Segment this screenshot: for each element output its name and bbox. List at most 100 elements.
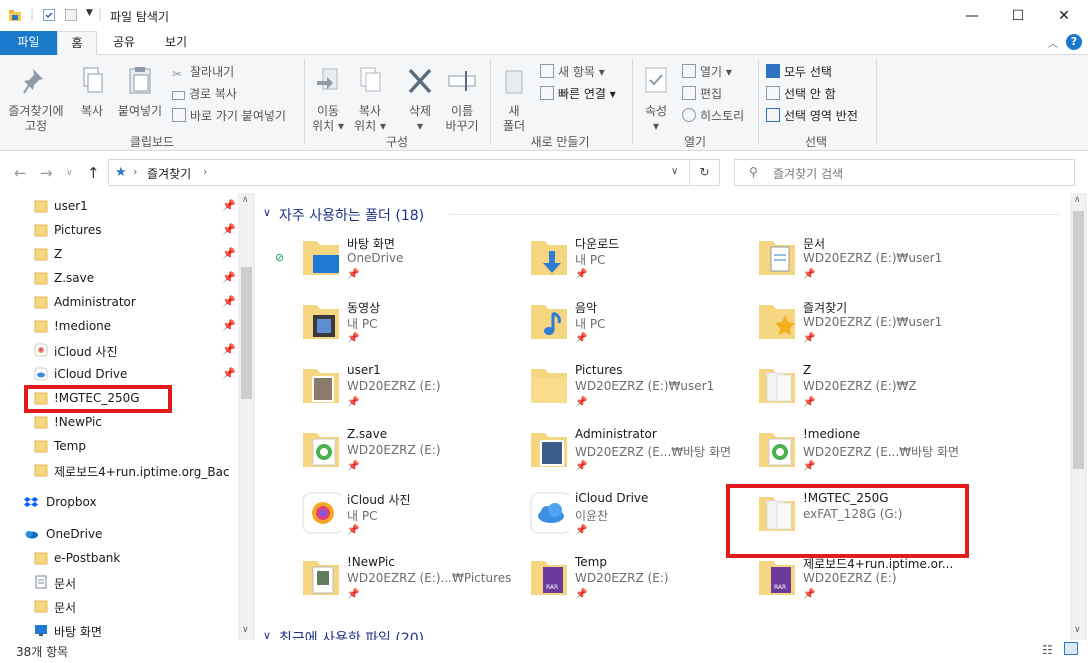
pin-icon[interactable]: 📌: [222, 367, 236, 380]
nav-scrollbar[interactable]: ∧ ∨: [238, 193, 255, 640]
nav-item-z-save[interactable]: Z.save 📌: [0, 266, 238, 290]
scroll-down-icon[interactable]: ∨: [1074, 625, 1081, 635]
scroll-up-icon[interactable]: ∧: [242, 195, 249, 205]
scroll-up-icon[interactable]: ∧: [1074, 195, 1081, 205]
breadcrumb-favorites[interactable]: 즐겨찾기: [147, 165, 191, 182]
new-folder-button[interactable]: 새 폴더: [496, 65, 532, 134]
tab-home[interactable]: 홈: [57, 31, 97, 56]
nav-item-desktop[interactable]: 바탕 화면: [0, 618, 238, 640]
properties-button[interactable]: 속성 ▾: [636, 65, 676, 134]
customize-toolbar-icon[interactable]: ▼: [86, 8, 93, 18]
select-none-button[interactable]: 선택 안 함: [766, 85, 836, 102]
rename-button[interactable]: 이름 바꾸기: [440, 65, 484, 134]
delete-button[interactable]: 삭제 ▾: [400, 65, 440, 134]
nav-item-icloud-photos[interactable]: iCloud 사진 📌: [0, 338, 238, 362]
collapse-ribbon-icon[interactable]: ︿: [1048, 35, 1058, 50]
address-history-icon[interactable]: ∨: [671, 166, 678, 177]
nav-item-e-postbank[interactable]: e-Postbank: [0, 546, 238, 570]
delete-dropdown-icon[interactable]: ▾: [400, 119, 440, 134]
nav-item-temp[interactable]: Temp: [0, 434, 238, 458]
move-to-button[interactable]: 이동 위치 ▾: [308, 65, 348, 134]
folder-tile-downloads[interactable]: 다운로드 내 PC 📌: [485, 235, 713, 299]
nav-scroll-thumb[interactable]: [241, 267, 252, 399]
close-button[interactable]: ✕: [1041, 0, 1087, 31]
scroll-down-icon[interactable]: ∨: [242, 625, 249, 635]
recent-locations-icon[interactable]: ∨: [66, 168, 73, 178]
tiles-view-icon[interactable]: [1064, 642, 1078, 655]
nav-item-pictures[interactable]: Pictures 📌: [0, 218, 238, 242]
folder-tile-favorites[interactable]: 즐겨찾기 WD20EZRZ (E:)₩user1 📌: [713, 299, 942, 363]
open-button[interactable]: 열기 ▾: [682, 63, 732, 80]
tab-file[interactable]: 파일: [0, 31, 57, 55]
content-scroll-thumb[interactable]: [1073, 211, 1084, 469]
folder-tile-music[interactable]: 음악 내 PC 📌: [485, 299, 713, 363]
nav-item-documents-folder[interactable]: 문서: [0, 594, 238, 618]
invert-selection-button[interactable]: 선택 영역 반전: [766, 107, 858, 124]
edit-button[interactable]: 편집: [682, 85, 722, 102]
nav-item-icloud-drive[interactable]: iCloud Drive 📌: [0, 362, 238, 386]
pin-icon[interactable]: 📌: [222, 295, 236, 308]
folder-tile-pictures[interactable]: Pictures WD20EZRZ (E:)₩user1 📌: [485, 363, 714, 427]
tab-view[interactable]: 보기: [154, 31, 198, 55]
folder-tile-z[interactable]: Z WD20EZRZ (E:)₩Z 📌: [713, 363, 941, 427]
forward-arrow-icon[interactable]: →: [40, 164, 53, 182]
recent-files-header[interactable]: 최근에 사용한 파일 (20): [279, 628, 424, 640]
folder-tile-icloud-photos[interactable]: iCloud 사진 내 PC 📌: [257, 491, 485, 555]
maximize-button[interactable]: ☐: [995, 0, 1041, 31]
copy-path-button[interactable]: 경로 복사: [172, 85, 237, 102]
folder-tile-administrator[interactable]: Administrator WD20EZRZ (E...₩바탕 화면 📌: [485, 427, 731, 491]
history-button[interactable]: 히스토리: [682, 107, 744, 124]
pin-icon[interactable]: 📌: [222, 271, 236, 284]
nav-item-documents-file[interactable]: 문서: [0, 570, 238, 594]
nav-item-z[interactable]: Z 📌: [0, 242, 238, 266]
nav-item-zeroboard[interactable]: 제로보드4+run.iptime.org_Bac: [0, 458, 238, 482]
copy-to-button[interactable]: 복사 위치 ▾: [350, 65, 390, 134]
nav-item-administrator[interactable]: Administrator 📌: [0, 290, 238, 314]
paste-shortcut-button[interactable]: 바로 가기 붙여넣기: [172, 107, 286, 124]
folder-tile-icloud-drive[interactable]: iCloud Drive 이윤찬 📌: [485, 491, 713, 555]
nav-item-user1[interactable]: user1 📌: [0, 194, 238, 218]
easy-access-button[interactable]: 빠른 연결 ▾: [540, 85, 616, 102]
folder-tile-documents[interactable]: 문서 WD20EZRZ (E:)₩user1 📌: [713, 235, 942, 299]
search-input[interactable]: ⚲ 즐겨찾기 검색: [734, 159, 1075, 186]
folder-tile-user1[interactable]: user1 WD20EZRZ (E:) 📌: [257, 363, 485, 427]
properties-dropdown-icon[interactable]: ▾: [636, 119, 676, 134]
minimize-button[interactable]: —: [949, 0, 995, 31]
folder-tile-temp[interactable]: RAR Temp WD20EZRZ (E:) 📌: [485, 555, 713, 619]
folder-tile-z-save[interactable]: Z.save WD20EZRZ (E:) 📌: [257, 427, 485, 491]
folder-tile-zeroboard[interactable]: RAR 제로보드4+run.iptime.or... WD20EZRZ (E:)…: [713, 555, 953, 619]
help-icon[interactable]: ?: [1066, 34, 1082, 50]
nav-item-onedrive[interactable]: OneDrive: [0, 522, 238, 546]
pin-icon[interactable]: 📌: [222, 343, 236, 356]
folder-tile-medione[interactable]: !medione WD20EZRZ (E...₩바탕 화면 📌: [713, 427, 959, 491]
folder-tile-videos[interactable]: 동영상 내 PC 📌: [257, 299, 485, 363]
back-arrow-icon[interactable]: ←: [14, 164, 27, 182]
nav-item-dropbox[interactable]: Dropbox: [0, 490, 238, 514]
refresh-button[interactable]: ↻: [690, 159, 720, 186]
content-scrollbar[interactable]: ∧ ∨: [1070, 193, 1087, 640]
expand-section-icon[interactable]: ∨: [263, 629, 271, 640]
folder-tile-newpic[interactable]: !NewPic WD20EZRZ (E:)...₩Pictures 📌: [257, 555, 511, 619]
details-view-icon[interactable]: ☷: [1042, 643, 1053, 657]
nav-item-newpic[interactable]: !NewPic: [0, 410, 238, 434]
new-folder-quick-icon[interactable]: [64, 8, 78, 22]
properties-quick-icon[interactable]: [42, 8, 56, 22]
select-all-button[interactable]: 모두 선택: [766, 63, 832, 80]
cut-button[interactable]: ✂ 잘라내기: [172, 63, 234, 81]
pin-to-quick-access-button[interactable]: 즐겨찾기에 고정: [4, 65, 68, 134]
pin-icon[interactable]: 📌: [222, 319, 236, 332]
copy-button[interactable]: 복사: [72, 65, 112, 119]
tab-share[interactable]: 공유: [102, 31, 146, 55]
folder-tile-desktop[interactable]: ⊘ 바탕 화면 OneDrive 📌: [257, 235, 485, 299]
nav-item-medione[interactable]: !medione 📌: [0, 314, 238, 338]
frequent-folders-header[interactable]: 자주 사용하는 폴더 (18): [279, 205, 424, 225]
up-arrow-icon[interactable]: ↑: [87, 164, 100, 182]
collapse-section-icon[interactable]: ∨: [263, 206, 271, 219]
chevron-right-icon[interactable]: ›: [203, 165, 207, 178]
chevron-right-icon[interactable]: ›: [133, 165, 137, 178]
pin-icon[interactable]: 📌: [222, 247, 236, 260]
pin-icon[interactable]: 📌: [222, 223, 236, 236]
address-bar[interactable]: ★ › 즐겨찾기 › ∨: [108, 159, 690, 186]
new-item-button[interactable]: 새 항목 ▾: [540, 63, 605, 80]
paste-button[interactable]: 붙여넣기: [114, 65, 166, 119]
